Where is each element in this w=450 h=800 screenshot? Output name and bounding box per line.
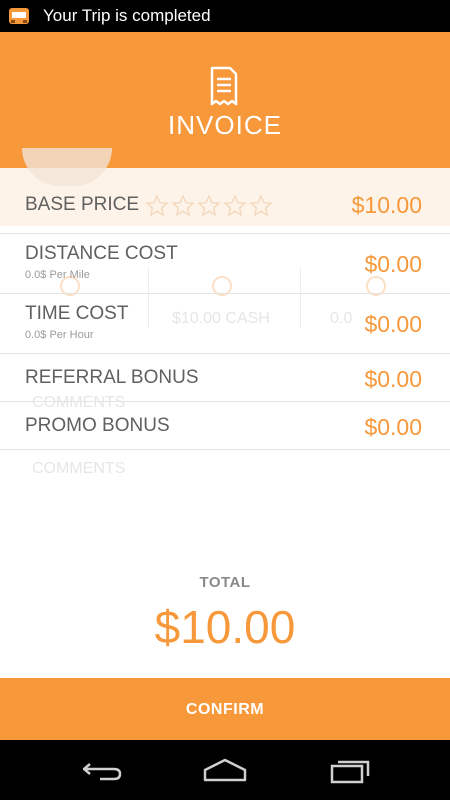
status-bar: Your Trip is completed bbox=[0, 0, 450, 32]
time-cost-label: TIME COST bbox=[25, 303, 129, 324]
promo-bonus-amount: $0.00 bbox=[364, 414, 422, 440]
base-price-row: BASE PRICE $10.00 bbox=[0, 178, 450, 234]
referral-bonus-amount: $0.00 bbox=[364, 366, 422, 392]
base-price-amount: $10.00 bbox=[351, 192, 422, 218]
distance-cost-label: DISTANCE COST bbox=[25, 243, 178, 264]
promo-bonus-row: PROMO BONUS $0.00 bbox=[0, 402, 450, 450]
navigation-bar bbox=[0, 740, 450, 800]
taxi-notification-icon bbox=[9, 8, 29, 24]
star-icon[interactable] bbox=[249, 194, 273, 218]
receipt-icon bbox=[210, 66, 238, 106]
time-cost-amount: $0.00 bbox=[364, 311, 422, 337]
invoice-list: BASE PRICE $10.00 DISTANCE COST 0.0$ Per… bbox=[0, 178, 450, 450]
status-notification-text: Your Trip is completed bbox=[43, 6, 211, 25]
time-cost-row: TIME COST 0.0$ Per Hour $0.00 bbox=[0, 294, 450, 354]
page-title: INVOICE bbox=[168, 110, 282, 140]
home-icon[interactable] bbox=[200, 754, 250, 786]
confirm-button[interactable]: CONFIRM bbox=[0, 678, 450, 740]
star-icon[interactable] bbox=[197, 194, 221, 218]
promo-bonus-label: PROMO BONUS bbox=[25, 415, 170, 436]
referral-bonus-row: REFERRAL BONUS $0.00 bbox=[0, 354, 450, 402]
star-icon[interactable] bbox=[171, 194, 195, 218]
distance-rate-text: 0.0$ Per Mile bbox=[25, 269, 90, 281]
rating-stars[interactable] bbox=[145, 194, 273, 218]
back-icon[interactable] bbox=[76, 754, 126, 786]
invoice-header: INVOICE bbox=[0, 32, 450, 168]
distance-cost-amount: $0.00 bbox=[364, 251, 422, 277]
total-value: $10.00 bbox=[154, 601, 296, 653]
star-icon[interactable] bbox=[223, 194, 247, 218]
distance-cost-row: DISTANCE COST 0.0$ Per Mile $0.00 bbox=[0, 234, 450, 294]
star-icon[interactable] bbox=[145, 194, 169, 218]
base-price-label: BASE PRICE bbox=[25, 194, 140, 215]
recent-apps-icon[interactable] bbox=[326, 754, 376, 786]
total-label: TOTAL bbox=[199, 574, 251, 591]
time-rate-text: 0.0$ Per Hour bbox=[25, 329, 94, 341]
ghost-comments-text: COMMENTS bbox=[32, 460, 126, 477]
referral-bonus-label: REFERRAL BONUS bbox=[25, 367, 199, 388]
zigzag-edge bbox=[0, 152, 450, 168]
